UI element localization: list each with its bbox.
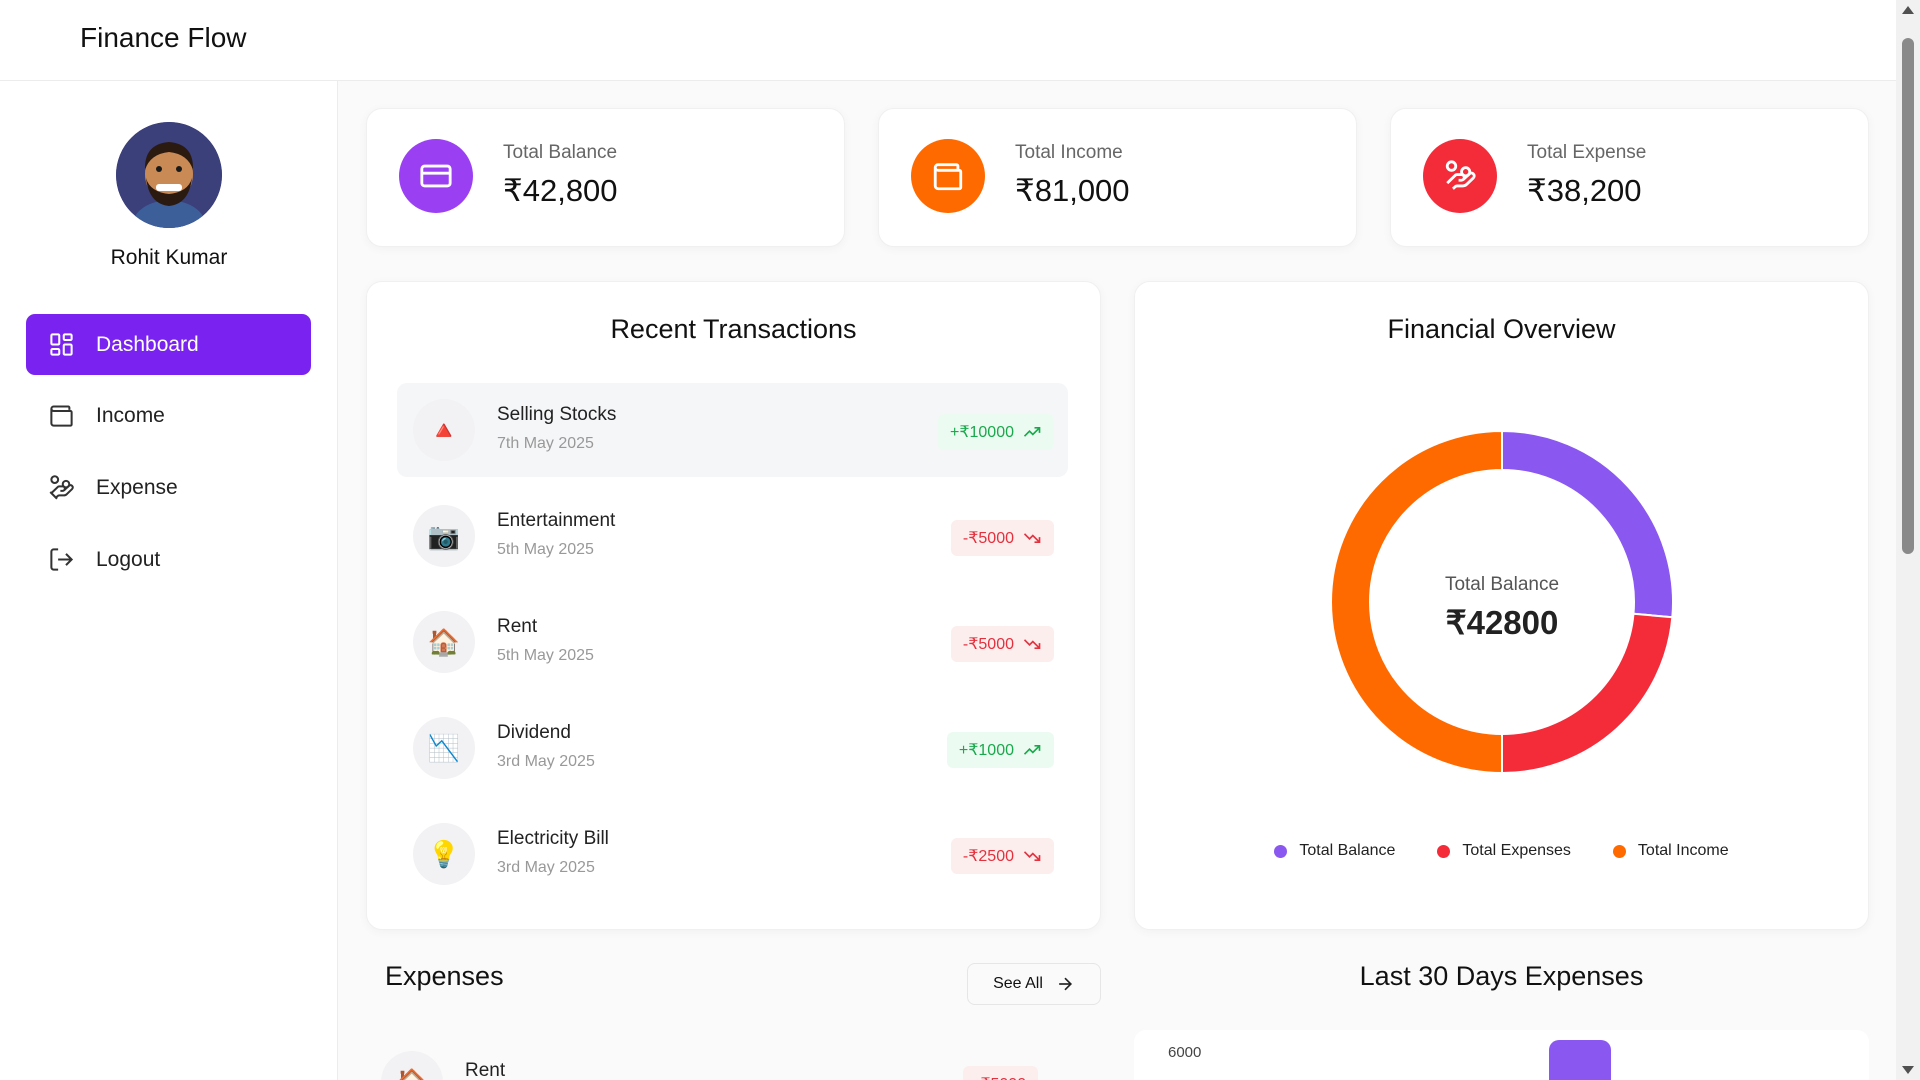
trend-down-icon — [1023, 851, 1041, 861]
trend-up-icon — [1023, 745, 1041, 755]
stock-up-icon: 🔺 — [413, 399, 475, 461]
amount-text: -₹2500 — [962, 848, 1014, 865]
stat-card-total-income: Total Income ₹81,000 — [878, 108, 1357, 247]
sidebar-item-income[interactable]: Income — [26, 385, 311, 446]
stat-value: ₹42,800 — [503, 173, 618, 208]
transaction-date: 3rd May 2025 — [497, 859, 595, 876]
scroll-thumb[interactable] — [1902, 38, 1914, 554]
transaction-row[interactable]: 📉 Dividend 3rd May 2025 +₹1000 — [397, 701, 1068, 795]
wallet-icon — [50, 405, 73, 427]
last-30-days-chart: 6000 — [1134, 1030, 1869, 1080]
trend-up-icon — [1023, 427, 1041, 437]
hand-coins-icon — [49, 475, 74, 500]
expenses-title: Expenses — [385, 961, 504, 991]
legend-dot — [1274, 844, 1288, 858]
logout-icon — [50, 548, 74, 571]
transaction-amount: -₹5000 — [950, 626, 1054, 662]
transaction-date: 5th May 2025 — [497, 647, 594, 664]
stat-label: Total Expense — [1527, 142, 1647, 163]
vertical-scrollbar[interactable] — [1896, 0, 1920, 1080]
expense-amount: -₹5000 — [963, 1066, 1039, 1080]
amount-text: +₹10000 — [949, 424, 1014, 441]
house-icon: 🏠 — [381, 1051, 443, 1080]
sidebar: Rohit Kumar Dashboard Income Expense Log… — [0, 81, 338, 1080]
stat-value: ₹38,200 — [1527, 173, 1642, 208]
transaction-row[interactable]: 🔺 Selling Stocks 7th May 2025 +₹10000 — [397, 383, 1068, 477]
user-name: Rohit Kumar — [110, 246, 228, 269]
legend-label: Total Income — [1637, 842, 1729, 859]
legend-dot — [1612, 844, 1626, 858]
transaction-name: Electricity Bill — [497, 828, 609, 849]
transaction-row[interactable]: 💡 Electricity Bill 3rd May 2025 -₹2500 — [397, 807, 1068, 901]
transaction-row[interactable]: 🏠 Rent 5th May 2025 -₹5000 — [397, 595, 1068, 689]
transaction-amount: -₹2500 — [950, 838, 1054, 874]
chart-legend: Total Balance Total Expenses Total Incom… — [1135, 842, 1868, 860]
transaction-date: 3rd May 2025 — [497, 753, 595, 770]
sidebar-item-label: Income — [96, 403, 165, 427]
camera-icon: 📷 — [413, 505, 475, 567]
sidebar-item-label: Expense — [96, 475, 178, 499]
y-tick-label: 6000 — [1168, 1044, 1202, 1061]
transaction-name: Entertainment — [497, 510, 616, 531]
amount-text: -₹5000 — [962, 530, 1014, 547]
see-all-button[interactable]: See All — [967, 963, 1101, 1005]
sidebar-item-logout[interactable]: Logout — [26, 529, 311, 590]
trend-down-icon — [1023, 639, 1041, 649]
sidebar-item-dashboard[interactable]: Dashboard — [26, 314, 311, 375]
transaction-row[interactable]: 📷 Entertainment 5th May 2025 -₹5000 — [397, 489, 1068, 583]
financial-overview-card: Financial Overview Total Balance ₹42800 T… — [1134, 281, 1869, 930]
trend-down-icon — [1023, 533, 1041, 543]
legend-item-total-balance: Total Balance — [1274, 842, 1395, 860]
main-content: Total Balance ₹42,800 Total Income ₹81,0… — [339, 81, 1896, 1080]
transaction-name: Rent — [497, 616, 538, 637]
transaction-date: 5th May 2025 — [497, 541, 594, 558]
transaction-amount: -₹5000 — [950, 520, 1054, 556]
arrow-right-icon — [1059, 977, 1072, 991]
recent-transactions-card: Recent Transactions 🔺 Selling Stocks 7th… — [366, 281, 1101, 930]
last-30-days-title: Last 30 Days Expenses — [1359, 961, 1644, 991]
sidebar-item-expense[interactable]: Expense — [26, 457, 311, 518]
legend-dot — [1437, 844, 1451, 858]
bar — [1549, 1040, 1611, 1080]
recent-transactions-title: Recent Transactions — [610, 314, 857, 344]
legend-item-total-expenses: Total Expenses — [1437, 842, 1571, 860]
avatar — [116, 122, 222, 228]
stat-label: Total Income — [1015, 142, 1123, 163]
transaction-name: Dividend — [497, 722, 571, 743]
amount-text: -₹5000 — [962, 636, 1014, 653]
amount-text: +₹1000 — [958, 742, 1014, 759]
house-icon: 🏠 — [413, 611, 475, 673]
legend-label: Total Expenses — [1462, 842, 1571, 859]
hand-coins-icon — [1423, 139, 1497, 213]
transaction-date: 7th May 2025 — [497, 435, 594, 452]
financial-overview-title: Financial Overview — [1387, 314, 1616, 344]
expense-name: Rent — [465, 1060, 506, 1080]
chart-decreasing-icon: 📉 — [413, 717, 475, 779]
legend-label: Total Balance — [1299, 842, 1396, 859]
transaction-name: Selling Stocks — [497, 404, 617, 425]
transaction-amount: +₹10000 — [937, 414, 1054, 450]
light-bulb-icon: 💡 — [413, 823, 475, 885]
app-title: Finance Flow — [80, 22, 247, 53]
sidebar-item-label: Logout — [96, 547, 161, 571]
sidebar-item-label: Dashboard — [96, 332, 199, 356]
top-bar: Finance Flow — [0, 0, 1896, 81]
stat-card-total-balance: Total Balance ₹42,800 — [366, 108, 845, 247]
donut-center-value: ₹42800 — [1446, 604, 1559, 641]
stat-card-total-expense: Total Expense ₹38,200 — [1390, 108, 1869, 247]
donut-chart: Total Balance ₹42800 — [1330, 429, 1674, 775]
donut-slice-total-income — [1330, 429, 1503, 775]
see-all-label: See All — [993, 975, 1043, 992]
stat-value: ₹81,000 — [1015, 173, 1130, 208]
donut-center-label: Total Balance — [1445, 574, 1559, 595]
scroll-up-arrow[interactable] — [1902, 6, 1914, 14]
scroll-down-arrow[interactable] — [1902, 1066, 1914, 1074]
wallet-icon — [911, 139, 985, 213]
dashboard-grid-icon — [50, 333, 73, 356]
stat-label: Total Balance — [503, 142, 618, 163]
transaction-amount: +₹1000 — [946, 732, 1054, 768]
legend-item-total-income: Total Income — [1612, 842, 1729, 860]
credit-card-icon — [399, 139, 473, 213]
